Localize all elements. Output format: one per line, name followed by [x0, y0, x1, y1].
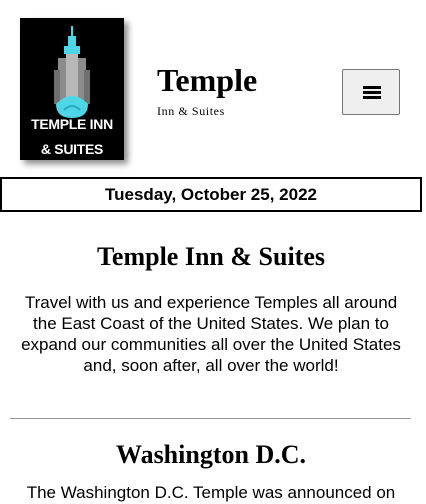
intro-paragraph: Travel with us and experience Temples al… — [21, 293, 401, 375]
washington-paragraph: The Washington D.C. Temple was announced… — [26, 483, 396, 502]
page: TEMPLE INN & SUITES Temple Inn & Suites … — [0, 0, 426, 504]
intro-heading: Temple Inn & Suites — [96, 242, 326, 271]
current-date-bar: Tuesday, October 25, 2022 — [0, 177, 422, 212]
current-date-text: Tuesday, October 25, 2022 — [105, 184, 317, 204]
menu-toggle-button[interactable] — [342, 69, 400, 115]
site-subtitle: Inn & Suites — [157, 104, 225, 118]
section-divider — [10, 418, 411, 419]
site-title: Temple — [157, 62, 258, 98]
washington-heading: Washington D.C. — [116, 440, 306, 469]
hamburger-icon — [363, 86, 381, 100]
logo-text-line1: TEMPLE INN — [31, 116, 113, 132]
temple-logo-icon — [54, 26, 90, 118]
site-logo[interactable]: TEMPLE INN & SUITES — [20, 18, 124, 160]
logo-text-line2: & SUITES — [40, 141, 104, 157]
